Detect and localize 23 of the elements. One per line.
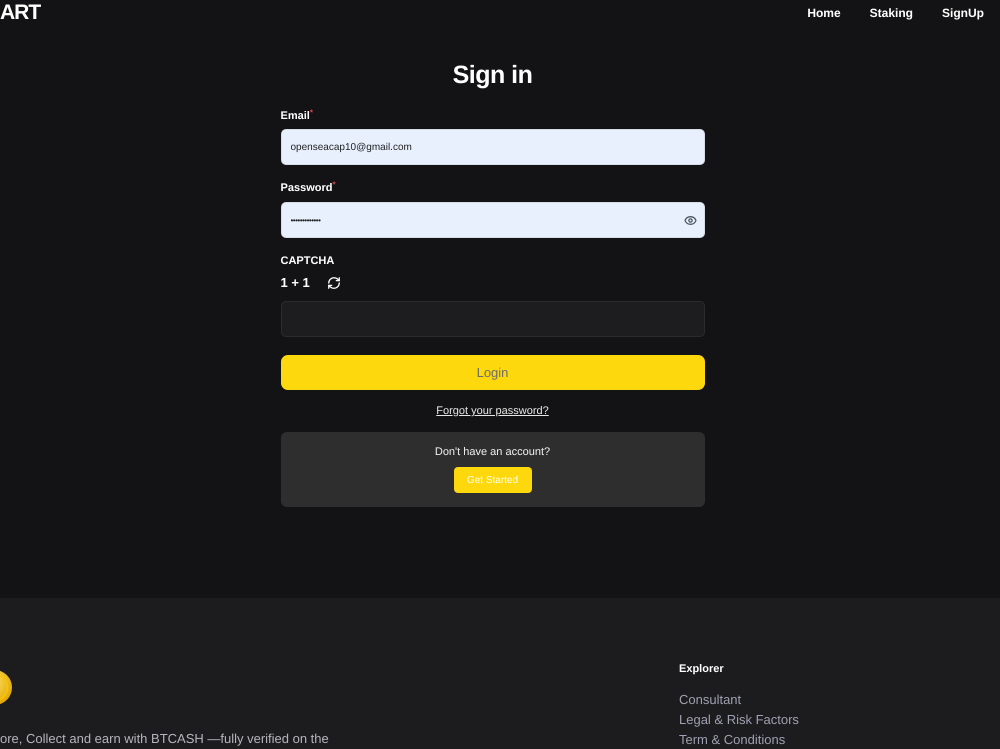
password-field[interactable]: ••••••••••••• xyxy=(280,202,704,238)
signup-prompt: Don't have an account? xyxy=(434,445,550,459)
nav-link[interactable]: Home xyxy=(807,6,841,20)
field-label: Email$^{*}$ xyxy=(280,109,313,123)
footer-link[interactable]: Consultant xyxy=(679,692,742,707)
login-button[interactable]: Login xyxy=(280,355,704,390)
eye-icon[interactable] xyxy=(684,214,696,227)
footer-link[interactable]: Legal & Risk Factors xyxy=(679,712,799,727)
logo-text[interactable]: ART xyxy=(0,1,40,25)
footer-link[interactable]: Term & Conditions xyxy=(679,732,786,747)
field-label: Password$^{*}$ xyxy=(280,181,336,195)
footer-tagline: ore, Collect and earn with BTCASH —fully verified on the xyxy=(0,731,329,746)
captcha-question: 1 + 1 xyxy=(280,276,310,290)
page-title: Sign in xyxy=(452,60,534,91)
captcha-input-field[interactable] xyxy=(280,301,704,337)
captcha-label: CAPTCHA xyxy=(280,254,334,268)
refresh-icon[interactable] xyxy=(326,276,341,290)
forgot-password-link[interactable]: Forgot your password? xyxy=(436,404,549,418)
email-field[interactable]: openseacap10@gmail.com xyxy=(280,129,704,165)
nav-link[interactable]: Staking xyxy=(870,6,913,20)
footer-heading: Explorer xyxy=(679,662,724,676)
coin-icon xyxy=(0,670,12,705)
nav-link[interactable]: SignUp xyxy=(942,6,984,20)
